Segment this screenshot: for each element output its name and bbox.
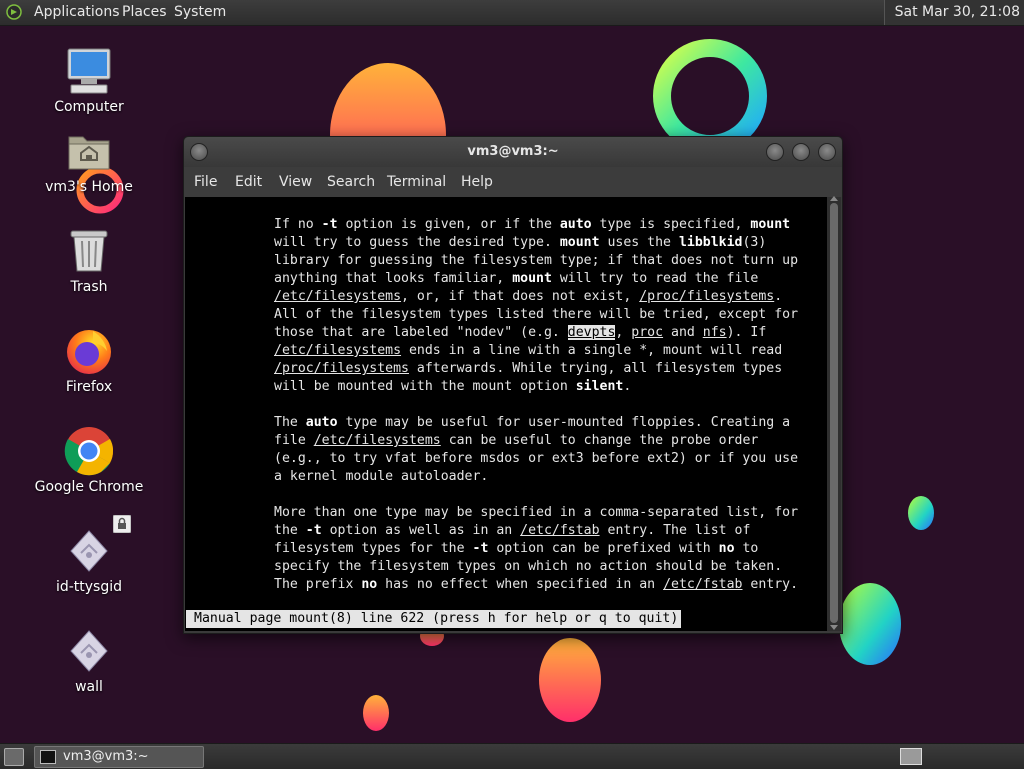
window-menu-icon[interactable] [190, 143, 208, 161]
scroll-down-icon[interactable] [830, 625, 838, 630]
trash-icon [70, 230, 108, 272]
script-file-icon [70, 530, 108, 572]
terminal-line: /etc/filesystems, or, if that does not e… [274, 289, 783, 304]
taskbar-button-label: vm3@vm3:~ [63, 749, 149, 764]
terminal-line: file /etc/filesystems can be useful to c… [274, 433, 759, 448]
desktop-icon-label: wall [75, 679, 103, 695]
desktop-icon-label: id-ttysgid [55, 579, 123, 595]
close-icon[interactable] [818, 143, 836, 161]
mate-logo-icon[interactable] [6, 4, 22, 20]
firefox-icon [67, 330, 111, 374]
terminal-line: (e.g., to try vfat before msdos or ext3 … [274, 451, 799, 466]
terminal-line: If no -t option is given, or if the auto… [274, 217, 791, 232]
menu-help[interactable]: Help [461, 174, 493, 190]
maximize-icon[interactable] [792, 143, 810, 161]
pager-status-line: Manual page mount(8) line 622 (press h f… [186, 610, 682, 628]
terminal-line: /etc/filesystems ends in a line with a s… [274, 343, 783, 358]
desktop-icon-chrome[interactable]: Google Chrome [29, 425, 149, 495]
home-folder-icon [68, 136, 110, 170]
menu-system[interactable]: System [174, 4, 226, 21]
desktop-icon-wall[interactable]: wall [29, 625, 149, 695]
terminal-line: filesystem types for the -t option can b… [274, 541, 759, 556]
terminal-menubar: File Edit View Search Terminal Help [184, 167, 842, 197]
menu-file[interactable]: File [194, 174, 217, 190]
lock-emblem-icon [113, 515, 131, 533]
terminal-line: will try to guess the desired type. moun… [274, 235, 767, 250]
desktop-icon-label: Firefox [65, 379, 113, 395]
terminal-line: will be mounted with the mount option si… [274, 379, 632, 394]
bottom-panel: vm3@vm3:~ [0, 743, 1024, 769]
menu-edit[interactable]: Edit [235, 174, 262, 190]
terminal-line: specify the filesystem types on which no… [274, 559, 783, 574]
window-title: vm3@vm3:~ [467, 144, 559, 159]
taskbar-terminal-button[interactable]: vm3@vm3:~ [34, 746, 204, 768]
desktop-icon-label: Google Chrome [34, 479, 144, 495]
workspace-switcher[interactable] [900, 748, 922, 765]
top-panel: Applications Places System Sat Mar 30, 2… [0, 0, 1024, 26]
scrollbar-thumb[interactable] [830, 203, 838, 623]
desktop-icon-label: Computer [54, 99, 124, 115]
clock[interactable]: Sat Mar 30, 21:08 [883, 0, 1024, 25]
desktop-icon-label: vm3's Home [45, 179, 133, 195]
desktop-icon-home[interactable]: vm3's Home [29, 125, 149, 195]
terminal-line: a kernel module autoloader. [274, 469, 489, 484]
desktop-icon-id-ttysgid[interactable]: id-ttysgid [29, 515, 149, 595]
menu-places[interactable]: Places [122, 4, 167, 21]
chrome-icon [64, 427, 114, 476]
terminal-line: More than one type may be specified in a… [274, 505, 799, 520]
show-desktop-icon[interactable] [4, 748, 24, 766]
menu-view[interactable]: View [279, 174, 312, 190]
terminal-icon [40, 750, 56, 764]
computer-icon [67, 48, 111, 94]
terminal-scrollbar[interactable] [827, 196, 841, 631]
desktop-icon-label: Trash [70, 279, 108, 295]
desktop-icon-computer[interactable]: Computer [29, 45, 149, 115]
terminal-line: the -t option as well as in an /etc/fsta… [274, 523, 751, 538]
terminal-line: anything that looks familiar, mount will… [274, 271, 759, 286]
menu-applications[interactable]: Applications [34, 4, 120, 21]
terminal-line: library for guessing the filesystem type… [274, 253, 799, 268]
menu-search[interactable]: Search [327, 174, 375, 190]
script-file-icon [70, 630, 108, 672]
desktop-icon-firefox[interactable]: Firefox [29, 325, 149, 395]
minimize-icon[interactable] [766, 143, 784, 161]
scroll-up-icon[interactable] [830, 196, 838, 201]
desktop-icon-trash[interactable]: Trash [29, 225, 149, 295]
menu-terminal[interactable]: Terminal [387, 174, 446, 190]
terminal-line: The prefix no has no effect when specifi… [274, 577, 799, 592]
terminal-line: The auto type may be useful for user-mou… [274, 415, 791, 430]
window-titlebar[interactable]: vm3@vm3:~ [184, 137, 842, 167]
terminal-screen[interactable]: If no -t option is given, or if the auto… [185, 197, 827, 631]
terminal-line: /proc/filesystems afterwards. While tryi… [274, 361, 783, 376]
terminal-line: those that are labeled "nodev" (e.g. dev… [274, 325, 767, 340]
terminal-window[interactable]: vm3@vm3:~ File Edit View Search Terminal… [183, 136, 843, 634]
terminal-line: All of the filesystem types listed there… [274, 307, 799, 322]
